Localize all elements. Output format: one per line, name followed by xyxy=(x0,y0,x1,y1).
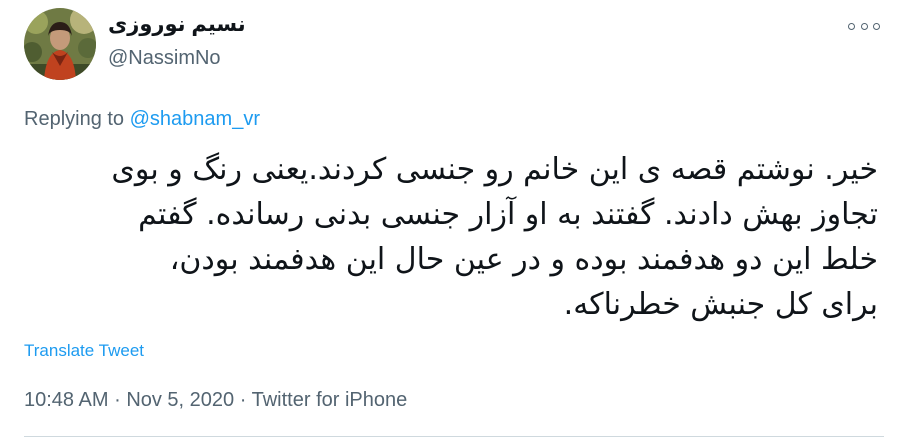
tweet-text-line: خیر. نوشتم قصه ی این خانم رو جنسی کردند.… xyxy=(111,152,878,187)
more-dot xyxy=(848,22,855,30)
more-options-icon[interactable] xyxy=(848,16,880,36)
user-handle[interactable]: @NassimNo xyxy=(108,45,368,71)
tweet-source[interactable]: Twitter for iPhone xyxy=(252,389,408,411)
translate-tweet-link[interactable]: Translate Tweet xyxy=(24,341,144,361)
meta-separator: · xyxy=(239,389,247,411)
tweet-text-line: خلط این دو هدفمند بوده و در عین حال این … xyxy=(169,242,878,277)
more-dot xyxy=(873,22,880,30)
tweet-time[interactable]: 10:48 AM xyxy=(24,389,109,411)
profile-photo-icon xyxy=(24,8,96,80)
tweet-text-line: برای کل جنبش خطرناکه. xyxy=(563,287,878,322)
tweet-container: نسیم نوروزی @NassimNo Replying to @shabn… xyxy=(0,0,908,440)
meta-separator: · xyxy=(114,389,121,411)
replying-to-label: Replying to xyxy=(24,108,125,130)
reply-mention-link[interactable]: @shabnam_vr xyxy=(130,108,260,130)
tweet-date[interactable]: Nov 5, 2020 xyxy=(126,389,234,411)
tweet-text-line: تجاوز بهش دادند. گفتند به او آزار جنسی ب… xyxy=(138,197,878,232)
avatar[interactable] xyxy=(24,8,96,80)
replying-to: Replying to @shabnam_vr xyxy=(24,108,260,131)
user-info: نسیم نوروزی @NassimNo xyxy=(108,12,368,71)
tweet-meta: 10:48 AM · Nov 5, 2020 · Twitter for iPh… xyxy=(24,389,407,412)
divider xyxy=(24,436,884,437)
tweet-text: خیر. نوشتم قصه ی این خانم رو جنسی کردند.… xyxy=(24,147,878,327)
display-name[interactable]: نسیم نوروزی xyxy=(108,12,368,38)
more-dot xyxy=(860,22,868,30)
